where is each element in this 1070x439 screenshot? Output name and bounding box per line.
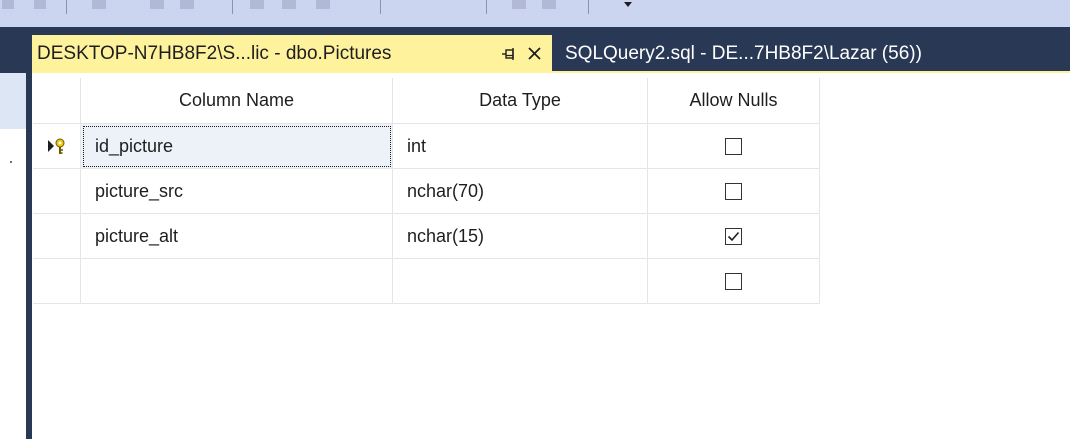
tab-table-designer[interactable]: DESKTOP-N7HB8F2\S...lic - dbo.Pictures <box>32 35 552 73</box>
toolbar-separator <box>486 0 487 14</box>
active-tab-underline <box>32 71 1070 73</box>
toolbar-button-icon[interactable] <box>180 0 194 9</box>
table-row[interactable] <box>33 258 820 304</box>
toolbar-button-icon[interactable] <box>92 0 106 9</box>
toolbar-separator <box>588 0 589 14</box>
toolbar-separator <box>66 0 67 14</box>
toolbar-button-icon[interactable] <box>316 0 330 9</box>
allow-nulls-cell <box>647 168 820 214</box>
column-name-cell[interactable]: id_picture <box>80 123 393 169</box>
table-designer-grid: Column Name Data Type Allow Nulls id_pic… <box>33 78 820 304</box>
grid-header-row: Column Name Data Type Allow Nulls <box>33 78 820 124</box>
row-selector[interactable] <box>33 213 81 259</box>
allow-nulls-cell <box>647 123 820 169</box>
checkmark-icon <box>727 232 740 242</box>
allow-nulls-checkbox[interactable] <box>725 183 742 201</box>
toolbar-button-icon[interactable] <box>512 0 526 9</box>
header-allow-nulls[interactable]: Allow Nulls <box>647 78 820 124</box>
table-row[interactable]: picture_src nchar(70) <box>33 168 820 214</box>
toolbar-button-icon[interactable] <box>542 0 556 9</box>
row-selector[interactable] <box>33 123 81 169</box>
toolbar-separator <box>232 0 233 14</box>
row-selector-header[interactable] <box>33 78 81 124</box>
close-icon[interactable] <box>527 46 542 61</box>
allow-nulls-cell <box>647 213 820 259</box>
data-type-cell[interactable] <box>392 258 648 304</box>
toolbar-button-icon[interactable] <box>150 0 164 9</box>
toolbar <box>0 0 1070 28</box>
data-type-cell[interactable]: nchar(15) <box>392 213 648 259</box>
data-type-cell[interactable]: nchar(70) <box>392 168 648 214</box>
toolbar-separator <box>380 0 381 14</box>
row-selector[interactable] <box>33 168 81 214</box>
tab-label: DESKTOP-N7HB8F2\S...lic - dbo.Pictures <box>37 43 392 64</box>
toolbar-button-icon[interactable] <box>250 0 264 9</box>
allow-nulls-checkbox[interactable] <box>725 138 742 156</box>
toolbar-button-icon[interactable] <box>2 0 14 9</box>
data-type-cell[interactable]: int <box>392 123 648 169</box>
toolbar-button-icon[interactable] <box>34 0 46 9</box>
toolbar-dropdown-arrow-icon[interactable] <box>624 2 632 7</box>
object-explorer-selection <box>0 73 26 129</box>
allow-nulls-cell <box>647 258 820 304</box>
primary-key-icon <box>47 138 64 154</box>
header-data-type[interactable]: Data Type <box>392 78 648 124</box>
allow-nulls-checkbox[interactable] <box>725 228 742 246</box>
allow-nulls-checkbox[interactable] <box>725 273 742 291</box>
pin-icon[interactable] <box>501 47 517 61</box>
tab-label: SQLQuery2.sql - DE...7HB8F2\Lazar (56)) <box>565 43 922 64</box>
column-name-cell[interactable] <box>80 258 393 304</box>
column-name-cell[interactable]: picture_alt <box>80 213 393 259</box>
row-selector[interactable] <box>33 258 81 304</box>
tab-sql-query[interactable]: SQLQuery2.sql - DE...7HB8F2\Lazar (56)) <box>557 35 987 73</box>
table-row[interactable]: picture_alt nchar(15) <box>33 213 820 259</box>
column-name-cell[interactable]: picture_src <box>80 168 393 214</box>
toolbar-button-icon[interactable] <box>282 0 296 9</box>
header-column-name[interactable]: Column Name <box>80 78 393 124</box>
table-row[interactable]: id_picture int <box>33 123 820 169</box>
tree-node-marker <box>10 161 12 163</box>
